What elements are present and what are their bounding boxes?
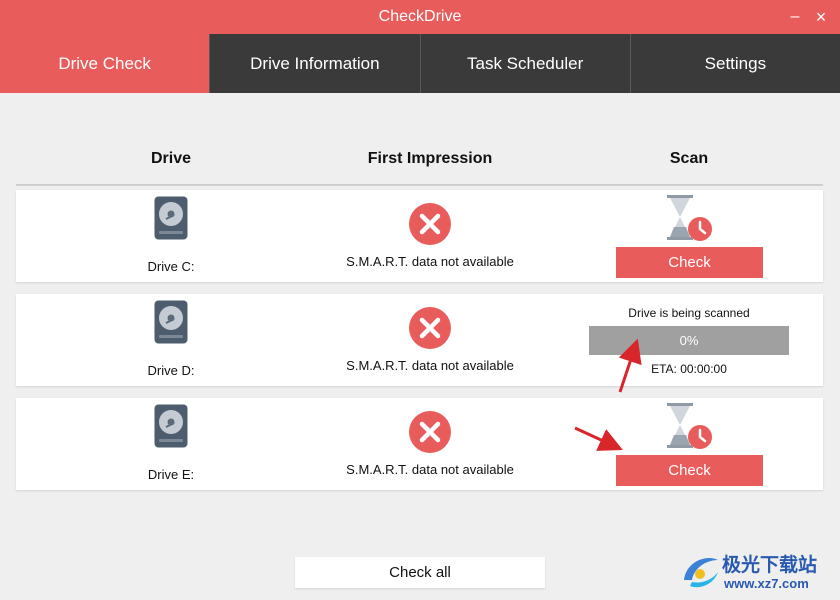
tab-drive-information[interactable]: Drive Information bbox=[210, 34, 421, 93]
scan-eta: ETA: 00:00:00 bbox=[651, 362, 727, 376]
title-bar: CheckDrive – × bbox=[0, 0, 840, 34]
watermark-url: www.xz7.com bbox=[724, 576, 809, 591]
main-tabs: Drive Check Drive Information Task Sched… bbox=[0, 34, 840, 93]
hard-drive-icon bbox=[154, 404, 188, 448]
watermark: 极光下载站 www.xz7.com bbox=[680, 548, 836, 596]
first-impression-text: S.M.A.R.T. data not available bbox=[346, 462, 514, 477]
tab-task-scheduler[interactable]: Task Scheduler bbox=[421, 34, 631, 93]
minimize-button[interactable]: – bbox=[784, 0, 806, 34]
column-header-drive: Drive bbox=[150, 150, 192, 167]
scan-progress-bar: 0% bbox=[589, 326, 789, 355]
error-x-icon bbox=[409, 411, 451, 453]
check-all-button[interactable]: Check all bbox=[295, 557, 545, 588]
tab-settings[interactable]: Settings bbox=[631, 34, 840, 93]
drive-row-c: Drive C: S.M.A.R.T. data not available C… bbox=[16, 190, 823, 282]
drive-label: Drive D: bbox=[147, 363, 195, 378]
scan-status-text: Drive is being scanned bbox=[628, 306, 750, 320]
close-button[interactable]: × bbox=[810, 0, 832, 34]
scan-progress-text: 0% bbox=[679, 333, 699, 348]
first-impression-text: S.M.A.R.T. data not available bbox=[346, 358, 514, 373]
watermark-text: 极光下载站 bbox=[722, 555, 818, 576]
header-divider bbox=[16, 184, 823, 186]
column-header-scan: Scan bbox=[669, 150, 709, 167]
hourglass-clock-icon bbox=[667, 403, 712, 449]
drive-label: Drive C: bbox=[147, 259, 195, 274]
tab-drive-check[interactable]: Drive Check bbox=[0, 34, 211, 93]
drive-row-d: Drive D: S.M.A.R.T. data not available D… bbox=[16, 294, 823, 386]
drive-label: Drive E: bbox=[147, 467, 195, 482]
error-x-icon bbox=[409, 307, 451, 349]
window-title: CheckDrive bbox=[378, 8, 462, 25]
column-header-first-impression: First Impression bbox=[367, 150, 493, 167]
error-x-icon bbox=[409, 203, 451, 245]
hard-drive-icon bbox=[154, 300, 188, 344]
hard-drive-icon bbox=[154, 196, 188, 240]
check-button-drive-e[interactable]: Check bbox=[616, 455, 763, 486]
check-button-drive-c[interactable]: Check bbox=[616, 247, 763, 278]
drive-row-e: Drive E: S.M.A.R.T. data not available C… bbox=[16, 398, 823, 490]
first-impression-text: S.M.A.R.T. data not available bbox=[346, 254, 514, 269]
watermark-logo-icon bbox=[684, 558, 718, 588]
hourglass-clock-icon bbox=[667, 195, 712, 241]
